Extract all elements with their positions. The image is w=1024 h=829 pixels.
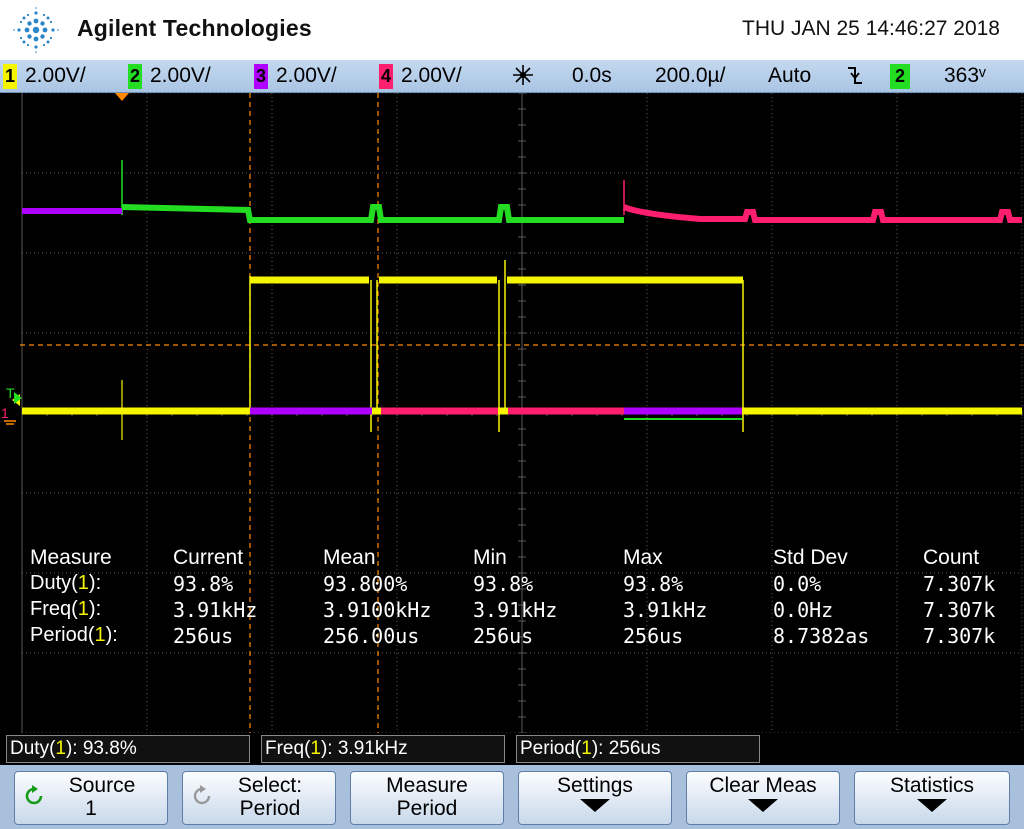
summary-duty: Duty(1): 93.8%	[6, 735, 250, 763]
submenu-arrow-icon	[580, 799, 610, 812]
channel-1-badge: 1	[3, 64, 17, 89]
trigger-level[interactable]: 363ᵛ	[944, 64, 986, 88]
measurement-label: Duty(1):	[30, 572, 102, 594]
submenu-arrow-icon	[917, 799, 947, 812]
trigger-mode[interactable]: Auto	[768, 64, 811, 88]
timebase-scale[interactable]: 200.0µ/	[655, 64, 726, 88]
channel-4-scale[interactable]: 4 2.00V/	[379, 64, 462, 89]
measure-period-softkey[interactable]: Measure Period	[350, 771, 504, 825]
measurement-label: Period(1):	[30, 624, 118, 646]
summary-freq: Freq(1): 3.91kHz	[261, 735, 505, 763]
trigger-source-badge: 2	[890, 64, 910, 89]
channel-3-badge: 3	[254, 64, 268, 89]
statistics-softkey[interactable]: Statistics	[854, 771, 1010, 825]
delay-icon	[510, 62, 536, 94]
channel-2-scale[interactable]: 2 2.00V/	[128, 64, 211, 89]
date-time: THU JAN 25 14:46:27 2018	[742, 17, 1000, 40]
table-row: Freq(1): 3.91kHz 3.9100kHz 3.91kHz 3.91k…	[30, 598, 996, 622]
title-bar: Agilent Technologies THU JAN 25 14:46:27…	[0, 0, 1024, 60]
table-header-row: Measure Current Mean Min Max Std Dev Cou…	[30, 546, 980, 569]
brand-name: Agilent Technologies	[77, 15, 312, 41]
clear-meas-softkey[interactable]: Clear Meas	[686, 771, 840, 825]
ground-reference-markers: T 1	[1, 385, 22, 425]
agilent-spark-logo-icon	[13, 7, 59, 53]
channel-3-scale[interactable]: 3 2.00V/	[254, 64, 337, 89]
table-row: Duty(1): 93.8% 93.800% 93.8% 93.8% 0.0% …	[30, 572, 996, 596]
trigger-level-marker: T	[6, 385, 15, 401]
channel-1-scale[interactable]: 1 2.00V/	[3, 64, 86, 89]
source-softkey[interactable]: Source 1	[14, 771, 168, 825]
channel-2-badge: 2	[128, 64, 142, 89]
measurement-label: Freq(1):	[30, 598, 102, 620]
summary-period: Period(1): 256us	[516, 735, 760, 763]
horizontal-delay[interactable]: 0.0s	[572, 64, 612, 88]
select-softkey[interactable]: Select: Period	[182, 771, 336, 825]
status-bar: 1 2.00V/ 2 2.00V/ 3 2.00V/ 4 2.00V/ 0.0s 200…	[0, 60, 1024, 93]
rotate-knob-icon	[23, 785, 45, 811]
trigger-falling-edge-icon	[846, 62, 864, 94]
channel-1-ground-marker: 1	[1, 405, 9, 421]
submenu-arrow-icon	[748, 799, 778, 812]
trigger-source[interactable]: 2	[890, 64, 918, 89]
settings-softkey[interactable]: Settings	[518, 771, 672, 825]
trigger-position-icon	[115, 93, 129, 101]
table-row: Period(1): 256us 256.00us 256us 256us 8.…	[30, 624, 996, 648]
channel-4-badge: 4	[379, 64, 393, 89]
rotate-knob-icon	[191, 785, 213, 811]
